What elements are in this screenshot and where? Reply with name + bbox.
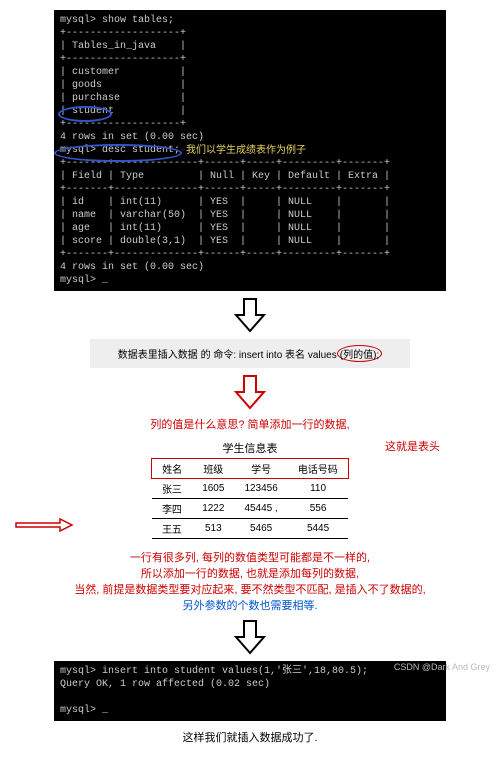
arrow-down-red-icon: [20, 374, 480, 410]
terminal-insert: mysql> insert into student values(1,'张三'…: [54, 661, 446, 721]
cmd-prefix: 数据表里插入数据 的 命令: insert into 表名 values: [118, 350, 337, 361]
col-id: 学号: [234, 459, 287, 479]
table-row: 张三1605123456110: [152, 479, 349, 499]
final-note: 这样我们就插入数据成功了.: [20, 729, 480, 745]
insert-command-box: 数据表里插入数据 的 命令: insert into 表名 values(列的值…: [90, 339, 410, 368]
watermark: CSDN @Dark And Grey: [394, 662, 490, 672]
red-arrow-right-icon: [14, 518, 74, 535]
col-name: 姓名: [152, 459, 193, 479]
circled-values: (列的值);: [337, 345, 382, 362]
col-phone: 电话号码: [288, 459, 349, 479]
explain-block: 一行有很多列, 每列的数值类型可能都是不一样的, 所以添加一行的数据, 也就是添…: [20, 549, 480, 613]
student-info-table: 姓名 班级 学号 电话号码 张三1605123456110 李四12224544…: [151, 458, 349, 539]
table-header-row: 姓名 班级 学号 电话号码: [152, 459, 349, 479]
explain-col-value: 列的值是什么意思? 简单添加一行的数据,: [20, 416, 480, 432]
student-table-wrap: 这就是表头 学生信息表 姓名 班级 学号 电话号码 张三160512345611…: [20, 440, 480, 539]
circle-student: [58, 106, 112, 122]
circle-desc: [54, 144, 182, 162]
red-line: 一行有很多列, 每列的数值类型可能都是不一样的,: [20, 549, 480, 565]
red-line: 所以添加一行的数据, 也就是添加每列的数据,: [20, 565, 480, 581]
arrow-down-icon: [20, 297, 480, 333]
table-row: 王五51354655445: [152, 519, 349, 539]
header-annot: 这就是表头: [385, 438, 440, 454]
yellow-note: 我们以学生成绩表作为例子: [186, 145, 306, 158]
blue-line: 另外参数的个数也需要相等.: [20, 597, 480, 613]
table-row: 李四122245445 ,556: [152, 499, 349, 519]
arrow-down-icon: [20, 619, 480, 655]
col-class: 班级: [192, 459, 234, 479]
terminal-show-tables: mysql> show tables; +-------------------…: [54, 10, 446, 291]
red-line: 当然, 前提是数据类型要对应起来, 要不然类型不匹配, 是插入不了数据的,: [20, 581, 480, 597]
